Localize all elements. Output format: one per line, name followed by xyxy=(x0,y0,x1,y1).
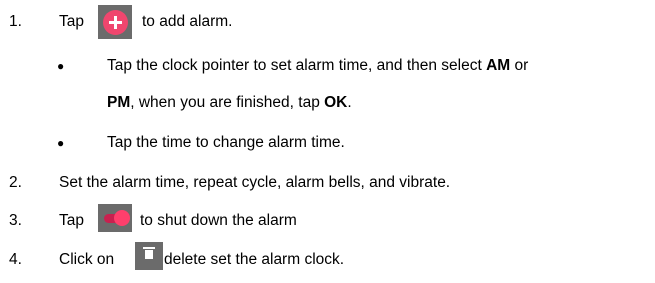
add-icon-plus-vertical xyxy=(114,16,117,29)
step-2-number: 2. xyxy=(9,174,22,191)
step-3-text-post: to shut down the alarm xyxy=(140,212,297,229)
step-1-number: 1. xyxy=(9,13,22,30)
delete-icon xyxy=(135,242,163,270)
toggle-icon xyxy=(98,204,132,232)
step-4-text-post: delete set the alarm clock. xyxy=(164,251,345,268)
add-icon xyxy=(98,5,132,39)
pm-label: PM xyxy=(107,94,131,111)
sub-item-1-text-d: . xyxy=(347,94,352,111)
bullet-2: ● xyxy=(57,136,65,150)
step-3-number: 3. xyxy=(9,212,22,229)
sub-item-1-text-b: , when you are finished, tap xyxy=(130,94,325,111)
sub-item-1-text-c: or xyxy=(510,57,529,74)
ok-label: OK xyxy=(324,94,348,111)
bullet-1: ● xyxy=(57,59,65,73)
sub-item-1-line-2: PM, when you are finished, tap OK. xyxy=(107,93,352,113)
step-4-number: 4. xyxy=(9,251,22,268)
toggle-icon-knob xyxy=(114,210,130,226)
sub-item-1-line-1: Tap the clock pointer to set alarm time,… xyxy=(107,56,528,76)
delete-icon-can xyxy=(145,250,153,259)
delete-icon-lid xyxy=(143,247,155,249)
step-3-text-pre: Tap xyxy=(59,212,84,229)
step-1-text-post: to add alarm. xyxy=(142,13,233,30)
sub-item-1-text-a: Tap the clock pointer to set alarm time,… xyxy=(107,57,487,74)
step-4-text-pre: Click on xyxy=(59,251,115,268)
step-1-text-pre: Tap xyxy=(59,13,84,30)
am-label: AM xyxy=(486,57,511,74)
sub-item-2-text: Tap the time to change alarm time. xyxy=(107,134,345,151)
step-2-text: Set the alarm time, repeat cycle, alarm … xyxy=(59,174,451,191)
